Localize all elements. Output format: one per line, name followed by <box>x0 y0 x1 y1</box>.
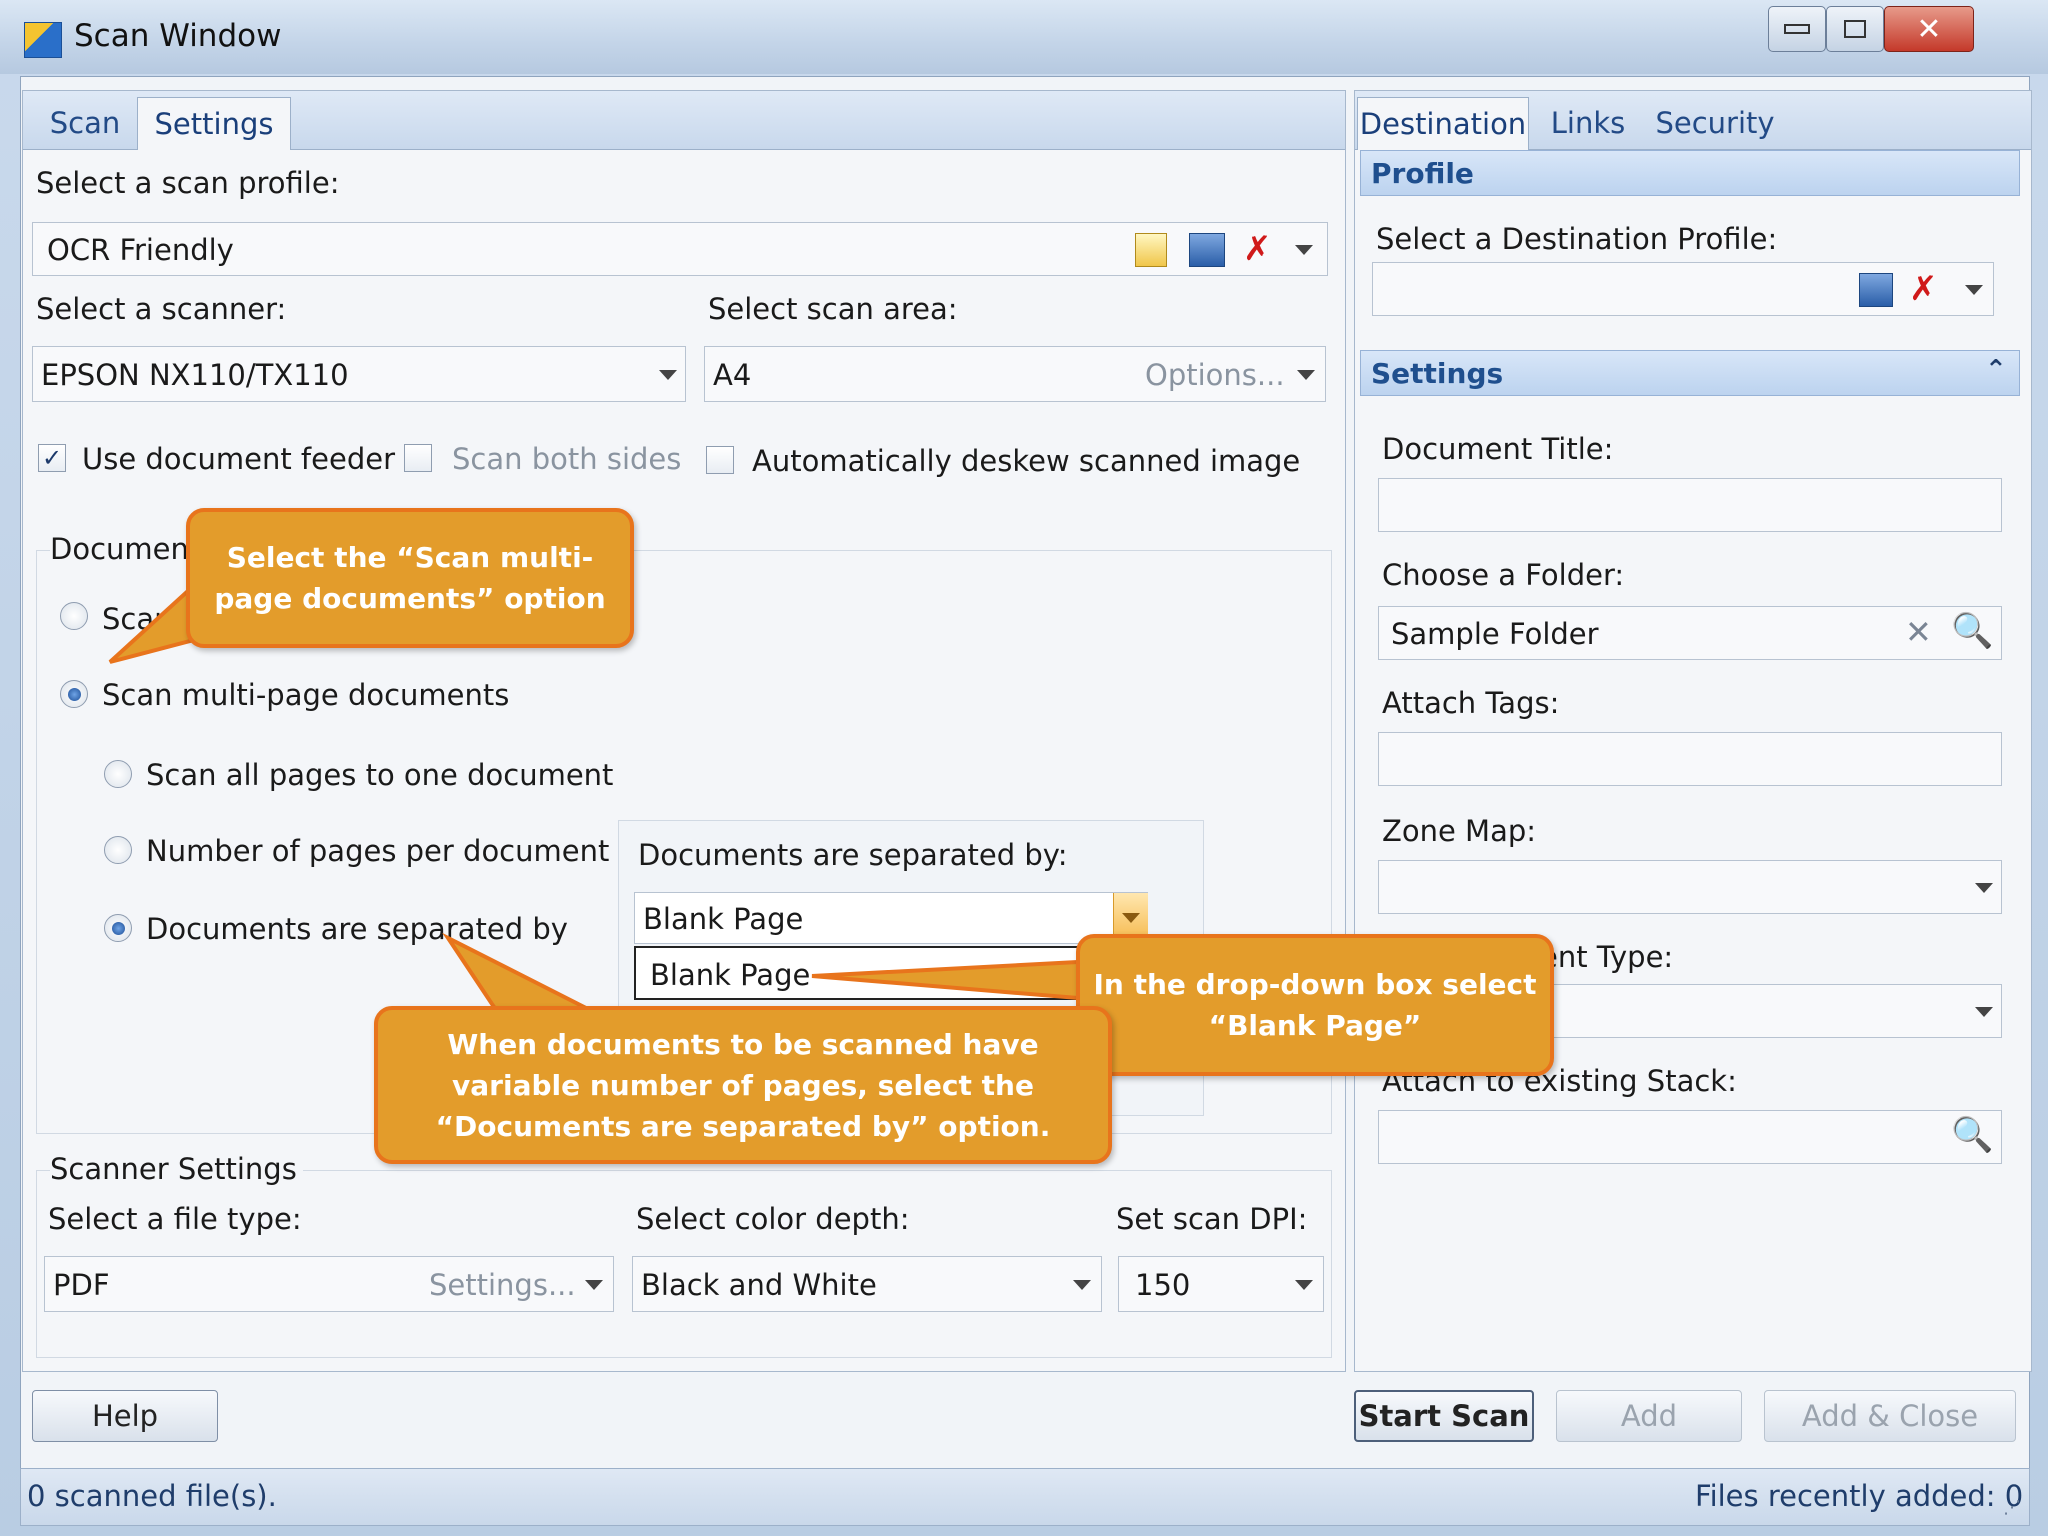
blank-page-callout: In the drop-down box select “Blank Page” <box>1076 934 1554 1076</box>
callout-pointers <box>108 577 1080 1012</box>
blank-page-callout-pointer <box>811 959 1080 1001</box>
separated-callout: When documents to be scanned have variab… <box>374 1006 1112 1164</box>
multi-page-callout: Select the “Scan multi-page documents” o… <box>186 508 634 648</box>
separated-callout-pointer <box>442 932 591 1012</box>
